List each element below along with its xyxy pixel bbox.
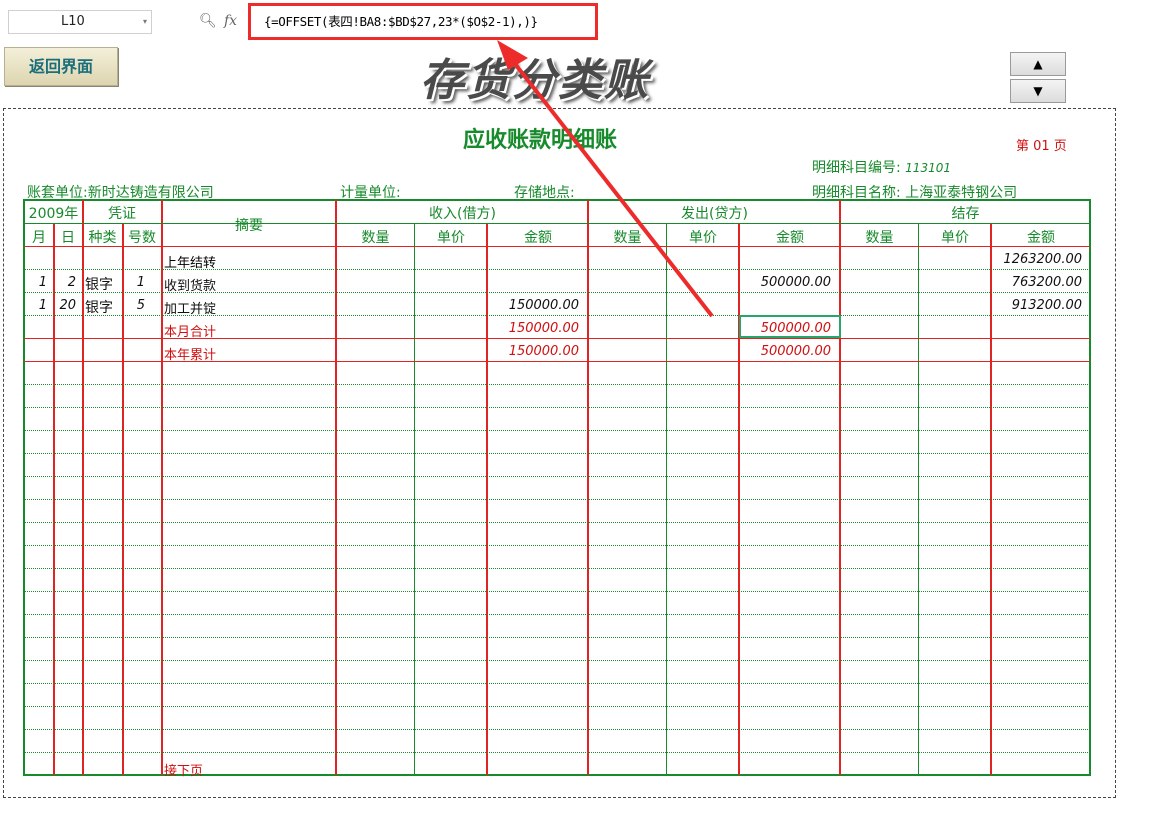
annotation-arrow [497, 40, 714, 318]
arrow-shaft [510, 58, 714, 318]
arrow-head [497, 40, 528, 70]
